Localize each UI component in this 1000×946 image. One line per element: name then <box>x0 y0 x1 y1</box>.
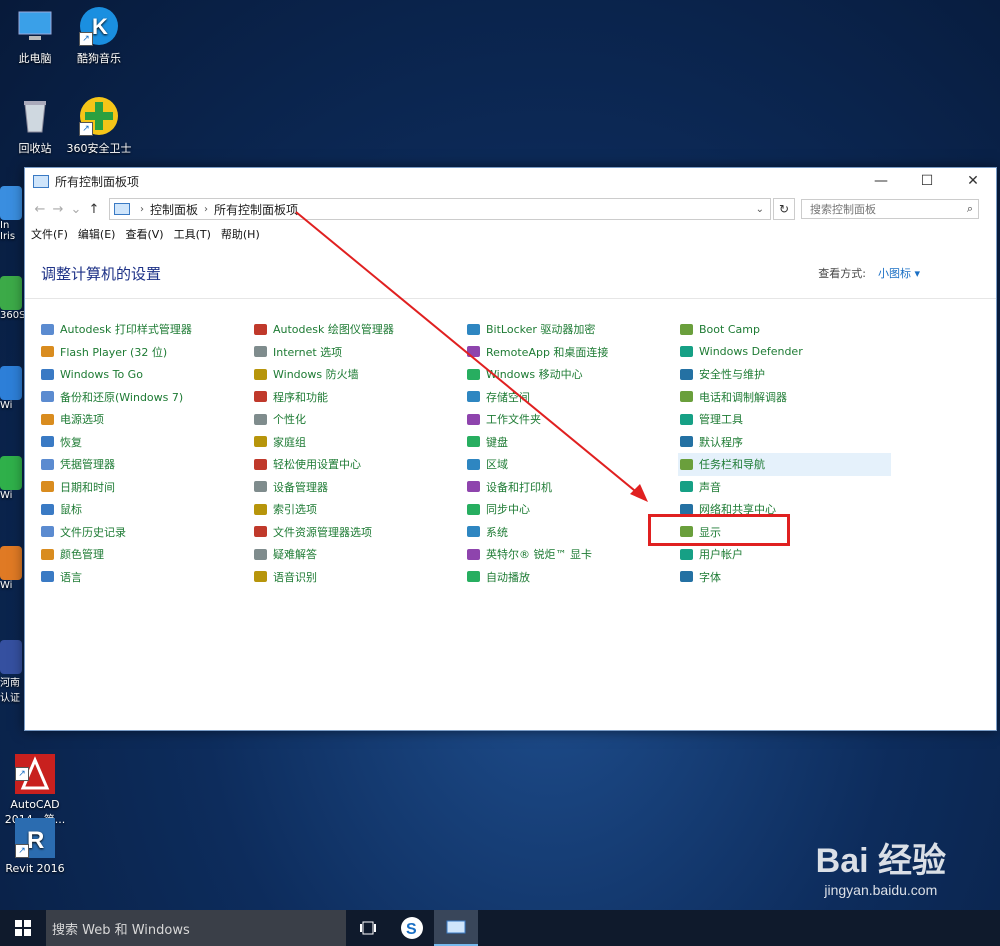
watermark-logo: Bai 经验 <box>815 842 946 880</box>
watermark-url: jingyan.baidu.com <box>824 882 938 898</box>
task-view-icon[interactable] <box>346 910 390 946</box>
baidu-watermark: Bai 经验 jingyan.baidu.com <box>816 833 946 898</box>
windows-logo-icon[interactable] <box>0 910 46 946</box>
taskbar-control-panel[interactable] <box>434 910 478 946</box>
annotation-arrow <box>295 211 648 502</box>
svg-text:S: S <box>406 921 417 938</box>
taskbar: 搜索 Web 和 Windows S <box>0 910 1000 946</box>
sogou-icon[interactable]: S <box>390 910 434 946</box>
taskbar-search[interactable]: 搜索 Web 和 Windows <box>46 910 346 946</box>
